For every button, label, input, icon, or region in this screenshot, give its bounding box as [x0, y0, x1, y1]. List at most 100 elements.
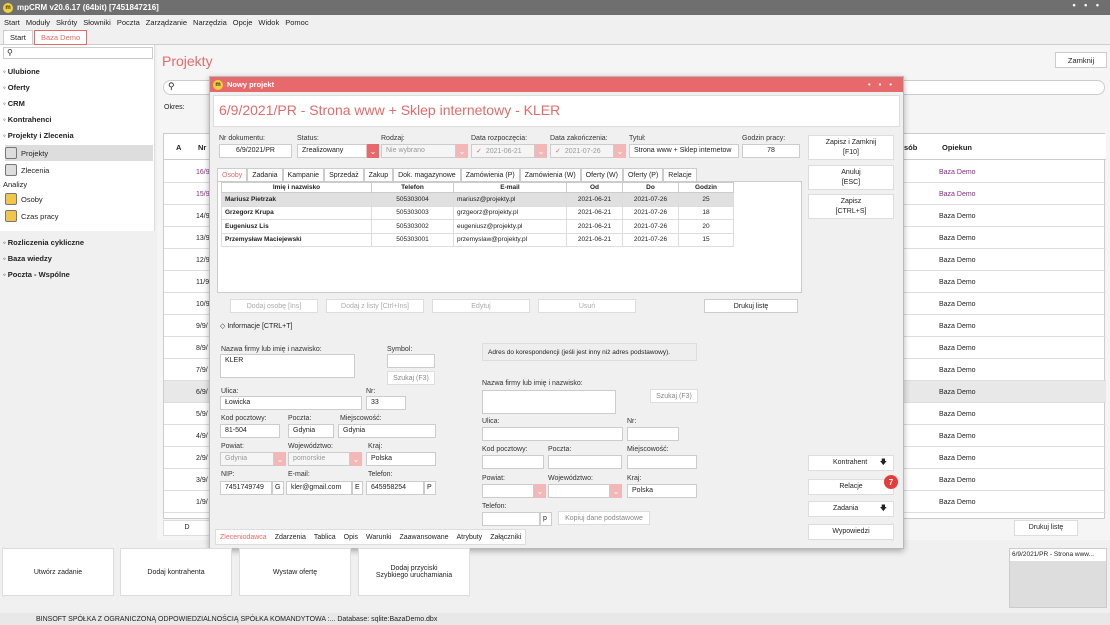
corr-street-field[interactable] [482, 427, 623, 441]
calendar-dropdown-icon[interactable]: ⌄ [535, 144, 547, 158]
sidebar-item-zlecenia[interactable]: Zlecenia [5, 162, 153, 178]
menu-narzedzia[interactable]: Narzędzia [193, 18, 227, 27]
tab-relacje[interactable]: Relacje [663, 168, 697, 181]
postal-field[interactable]: 81-504 [220, 424, 280, 438]
table-row[interactable]: Przemysław Maciejewski 505303001 przemysla… [221, 232, 734, 247]
menu-pomoc[interactable]: Pomoc [285, 18, 308, 27]
add-contractor-button[interactable]: Dodaj kontrahenta [120, 548, 232, 596]
col-to[interactable]: Do [622, 182, 679, 193]
col-phone[interactable]: Telefon [371, 182, 454, 193]
table-row[interactable]: Grzegorz Krupa 505303003 grzgeorz@projekty… [221, 205, 734, 220]
info-section-header[interactable]: ◇ Informacje [CTRL+T] [220, 322, 293, 330]
save-button[interactable]: Zapisz [CTRL+S] [808, 194, 894, 219]
tab-sprzedaz[interactable]: Sprzedaż [324, 168, 364, 181]
corr-county-select[interactable] [482, 484, 534, 498]
col-from[interactable]: Od [566, 182, 623, 193]
sidebar-section-baza-wiedzy[interactable]: ◦ Baza wiedzy [3, 254, 52, 263]
nr-field[interactable]: 6/9/2021/PR [219, 144, 292, 158]
tab-oferty-w[interactable]: Oferty (W) [580, 168, 623, 181]
tab-osoby[interactable]: Osoby [217, 168, 248, 181]
d-button[interactable]: D [163, 520, 211, 536]
country-field[interactable]: Polska [366, 452, 436, 466]
tab-opis[interactable]: Opis [340, 530, 362, 544]
print-list-button[interactable]: Drukuj listę [1014, 520, 1078, 536]
tab-oferty-p[interactable]: Oferty (P) [622, 168, 664, 181]
voivodeship-select[interactable]: pomorskie [288, 452, 350, 466]
end-date-field[interactable]: ✓ 2021-07-26 [550, 144, 614, 158]
add-person-button[interactable]: Dodaj osobę [Ins] [230, 299, 318, 313]
phone-call-button[interactable]: P [424, 481, 436, 495]
create-offer-button[interactable]: Wystaw ofertę [239, 548, 351, 596]
calendar-dropdown-icon[interactable]: ⌄ [614, 144, 626, 158]
hours-field[interactable]: 78 [742, 144, 800, 158]
table-row[interactable]: Mariusz Pietrzak 505303004 mariusz@projekt… [221, 192, 734, 207]
sidebar-item-czas-pracy[interactable]: Czas pracy [5, 208, 153, 224]
sidebar-section-rozliczenia[interactable]: ◦ Rozliczenia cykliczne [3, 238, 84, 247]
phone-field[interactable]: 645958254 [366, 481, 424, 495]
relacje-button[interactable]: Relacje [808, 479, 894, 495]
chevron-down-icon[interactable]: ⌄ [456, 144, 468, 158]
print-people-button[interactable]: Drukuj listę [704, 299, 798, 313]
tab-warunki[interactable]: Warunki [362, 530, 395, 544]
add-from-list-button[interactable]: Dodaj z listy [Ctrl+Ins] [326, 299, 424, 313]
symbol-field[interactable] [387, 354, 435, 368]
street-field[interactable]: Łowicka [220, 396, 362, 410]
title-field[interactable]: Strona www + Sklep internetow [629, 144, 739, 158]
sidebar-item-osoby[interactable]: Osoby [5, 191, 153, 207]
sidebar-section-crm[interactable]: ◦ CRM [3, 99, 25, 108]
company-field[interactable]: KLER [220, 354, 355, 378]
sidebar-section-kontrahenci[interactable]: ◦ Kontrahenci [3, 115, 52, 124]
corr-company-field[interactable] [482, 390, 616, 414]
col-hours[interactable]: Godzin [678, 182, 734, 193]
gus-button[interactable]: G [272, 481, 284, 495]
chevron-down-icon[interactable]: ⌄ [350, 452, 362, 466]
corr-city-field[interactable] [627, 455, 697, 469]
menu-zarzadzanie[interactable]: Zarządzanie [146, 18, 187, 27]
delete-button[interactable]: Usuń [538, 299, 636, 313]
nip-field[interactable]: 7451749749 [220, 481, 272, 495]
zadania-button[interactable]: Zadania 🡇 [808, 501, 894, 517]
menu-widok[interactable]: Widok [258, 18, 279, 27]
email-field[interactable]: kler@gmail.com [286, 481, 352, 495]
menu-opcje[interactable]: Opcje [233, 18, 253, 27]
dialog-controls[interactable]: • • • [868, 80, 895, 89]
window-thumbnail[interactable]: 6/9/2021/PR - Strona www... [1009, 548, 1107, 608]
number-field[interactable]: 33 [366, 396, 406, 410]
tab-zamowienia-p[interactable]: Zamówienia (P) [460, 168, 520, 181]
corr-search-f3-button[interactable]: Szukaj (F3) [650, 389, 698, 403]
city-field[interactable]: Gdynia [338, 424, 436, 438]
corr-voivodeship-select[interactable] [548, 484, 610, 498]
corr-phone-button[interactable]: p [540, 512, 552, 526]
menu-slowniki[interactable]: Słowniki [83, 18, 111, 27]
menu-skroty[interactable]: Skróty [56, 18, 77, 27]
tab-zalaczniki[interactable]: Załączniki [486, 530, 525, 544]
tab-zleceniodawca[interactable]: Zleceniodawca [216, 530, 271, 544]
add-quick-buttons-button[interactable]: Dodaj przyciski Szybkiego uruchamiania [358, 548, 470, 596]
menu-moduly[interactable]: Moduły [26, 18, 50, 27]
cancel-button[interactable]: Anuluj [ESC] [808, 165, 894, 190]
tab-tablica[interactable]: Tablica [310, 530, 340, 544]
tab-baza-demo[interactable]: Baza Demo [34, 30, 88, 45]
window-controls[interactable]: • • • [1073, 0, 1102, 10]
chevron-down-icon[interactable]: ⌄ [610, 484, 622, 498]
save-close-button[interactable]: Zapisz i Zamknij [F10] [808, 135, 894, 160]
close-button[interactable]: Zamknij [1055, 52, 1107, 68]
tab-zamowienia-w[interactable]: Zamówienia (W) [519, 168, 581, 181]
menu-start[interactable]: Start [4, 18, 20, 27]
chevron-down-icon[interactable]: ⌄ [274, 452, 286, 466]
tab-zakup[interactable]: Zakup [363, 168, 394, 181]
chevron-down-icon[interactable]: ⌄ [534, 484, 546, 498]
col-name[interactable]: Imię i nazwisko [221, 182, 372, 193]
search-f3-button[interactable]: Szukaj (F3) [387, 371, 435, 385]
email-send-button[interactable]: E [352, 481, 363, 495]
tab-atrybuty[interactable]: Atrybuty [453, 530, 487, 544]
corr-phone-field[interactable] [482, 512, 540, 526]
kontrahent-button[interactable]: Kontrahent 🡇 [808, 455, 894, 471]
menu-poczta[interactable]: Poczta [117, 18, 140, 27]
sidebar-section-poczta[interactable]: ◦ Poczta - Wspólne [3, 270, 70, 279]
start-date-field[interactable]: ✓ 2021-06-21 [471, 144, 535, 158]
tab-start[interactable]: Start [3, 30, 33, 45]
sidebar-section-oferty[interactable]: ◦ Oferty [3, 83, 30, 92]
tab-zaawansowane[interactable]: Zaawansowane [395, 530, 452, 544]
edit-button[interactable]: Edytuj [432, 299, 530, 313]
